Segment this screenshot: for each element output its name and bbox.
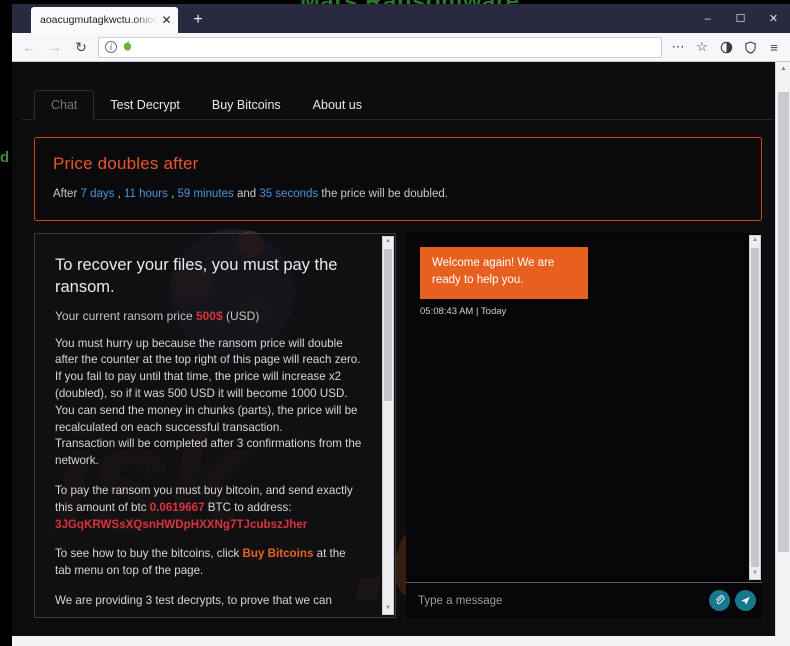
chat-scrollbar-thumb[interactable] [751,248,759,567]
page-scrollbar[interactable]: ▲ ▼ [775,62,790,646]
countdown-suffix: the price will be doubled. [321,188,448,200]
shield-icon[interactable] [738,35,762,59]
hamburger-menu-icon[interactable]: ≡ [762,35,786,59]
site-tab-menu: Chat Test Decrypt Buy Bitcoins About us [22,90,774,120]
countdown-seconds: 35 seconds [259,188,319,200]
buy-bitcoins-link[interactable]: Buy Bitcoins [243,547,314,560]
scroll-up-arrow-icon[interactable]: ▲ [385,237,391,247]
attach-file-icon[interactable] [709,590,730,611]
tab-buy-bitcoins[interactable]: Buy Bitcoins [196,90,297,119]
ransom-note-howto: To see how to buy the bitcoins, click Bu… [55,546,363,580]
btc-amount: 0.0619667 [149,500,205,514]
browser-tab-title: aoacugmutagkwctu.onion/1dcb0b [40,14,159,26]
scrollbar-thumb[interactable] [384,249,392,401]
overflow-menu-icon[interactable]: ⋯ [666,35,690,59]
ransom-note-panel: To recover your files, you must pay the … [34,233,396,618]
ransom-price-prefix: Your current ransom price [55,308,196,323]
countdown-banner: Price doubles after After 7 days , 11 ho… [34,137,762,221]
page-viewport: isk .com Chat Test Decrypt Buy Bitcoins … [12,62,790,646]
ransom-note-scroll-area: To recover your files, you must pay the … [35,234,381,617]
tab-test-decrypt[interactable]: Test Decrypt [94,90,195,119]
tab-close-icon[interactable]: ✕ [159,13,174,28]
desktop-side-text: d [0,149,10,166]
chat-message-timestamp: 05:08:43 AM | Today [420,305,507,317]
chat-message-input[interactable]: Type a message [418,595,704,607]
ransom-note-heading: To recover your files, you must pay the … [55,256,338,297]
browser-status-strip [12,636,790,646]
countdown-hours: 11 hours [123,188,168,200]
scroll-down-arrow-icon[interactable]: ▼ [385,604,391,614]
browser-tab-strip: aoacugmutagkwctu.onion/1dcb0b ✕ + – ☐ ✕ [12,4,790,33]
countdown-text: After 7 days , 11 hours , 59 minutes and… [53,188,743,200]
countdown-title: Price doubles after [53,154,199,173]
payment-mid: BTC to address: [207,500,292,514]
countdown-prefix: After [53,188,81,200]
chat-panel: Welcome again! We are ready to help you.… [406,233,762,618]
chat-scroll-up-arrow-icon[interactable]: ▲ [752,236,758,246]
address-bar[interactable]: i [98,36,662,58]
paragraph-2-text: Transaction will be completed after 3 co… [55,437,362,468]
btc-address[interactable]: 3JGqKRWSsXQsnHWDpHXXNg7TJcubszJher [55,517,363,534]
site-info-icon[interactable]: i [105,41,117,53]
paragraph-1-text: You must hurry up because the ransom pri… [55,336,361,434]
chat-message-bubble: Welcome again! We are ready to help you. [420,247,588,299]
page-scrollbar-thumb[interactable] [778,92,789,552]
content-columns: To recover your files, you must pay the … [34,233,762,618]
browser-toolbar: ← → ↻ i ⋯ ☆ ≡ [12,33,790,62]
ransom-page: isk .com Chat Test Decrypt Buy Bitcoins … [22,62,774,646]
back-button-icon[interactable]: ← [16,35,42,59]
ransom-note-payment-info: To pay the ransom you must buy bitcoin, … [55,483,363,533]
reload-button-icon[interactable]: ↻ [68,35,94,59]
chat-input-row: Type a message [406,582,762,618]
chat-scrollbar[interactable]: ▲ ▼ [749,235,761,580]
ransom-price-line: Your current ransom price 500$ (USD) [55,309,363,323]
countdown-sep-3: and [236,188,260,200]
howto-prefix: To see how to buy the bitcoins, click [55,547,243,561]
forward-button-icon[interactable]: → [42,35,68,59]
ransom-note-paragraph-1: You must hurry up because the ransom pri… [55,336,363,470]
ransom-price-amount: 500$ [195,308,223,323]
new-tab-icon[interactable]: + [188,10,208,30]
countdown-days: 7 days [80,188,115,200]
ransom-note-cut-line: We are providing 3 test decrypts, to pro… [55,593,332,607]
browser-window: aoacugmutagkwctu.onion/1dcb0b ✕ + – ☐ ✕ … [12,4,790,646]
bookmark-star-icon[interactable]: ☆ [690,35,714,59]
tab-chat[interactable]: Chat [34,90,95,120]
tab-about-us[interactable]: About us [297,90,378,119]
minimize-button[interactable]: – [691,4,724,33]
reader-mode-icon[interactable] [714,35,738,59]
maximize-button[interactable]: ☐ [724,4,757,33]
chat-scroll-down-arrow-icon[interactable]: ▼ [752,569,758,579]
countdown-minutes: 59 minutes [177,188,234,200]
ransom-price-suffix: (USD) [226,308,260,323]
browser-tab[interactable]: aoacugmutagkwctu.onion/1dcb0b ✕ [31,7,178,33]
page-scroll-up-arrow-icon[interactable]: ▲ [776,62,790,76]
ransom-note-scrollbar[interactable]: ▲ ▼ [382,236,394,615]
chat-message-log: Welcome again! We are ready to help you.… [406,233,762,582]
window-controls: – ☐ ✕ [691,4,790,33]
onion-service-icon [122,40,133,54]
close-button[interactable]: ✕ [757,4,790,33]
send-message-icon[interactable] [735,590,756,611]
